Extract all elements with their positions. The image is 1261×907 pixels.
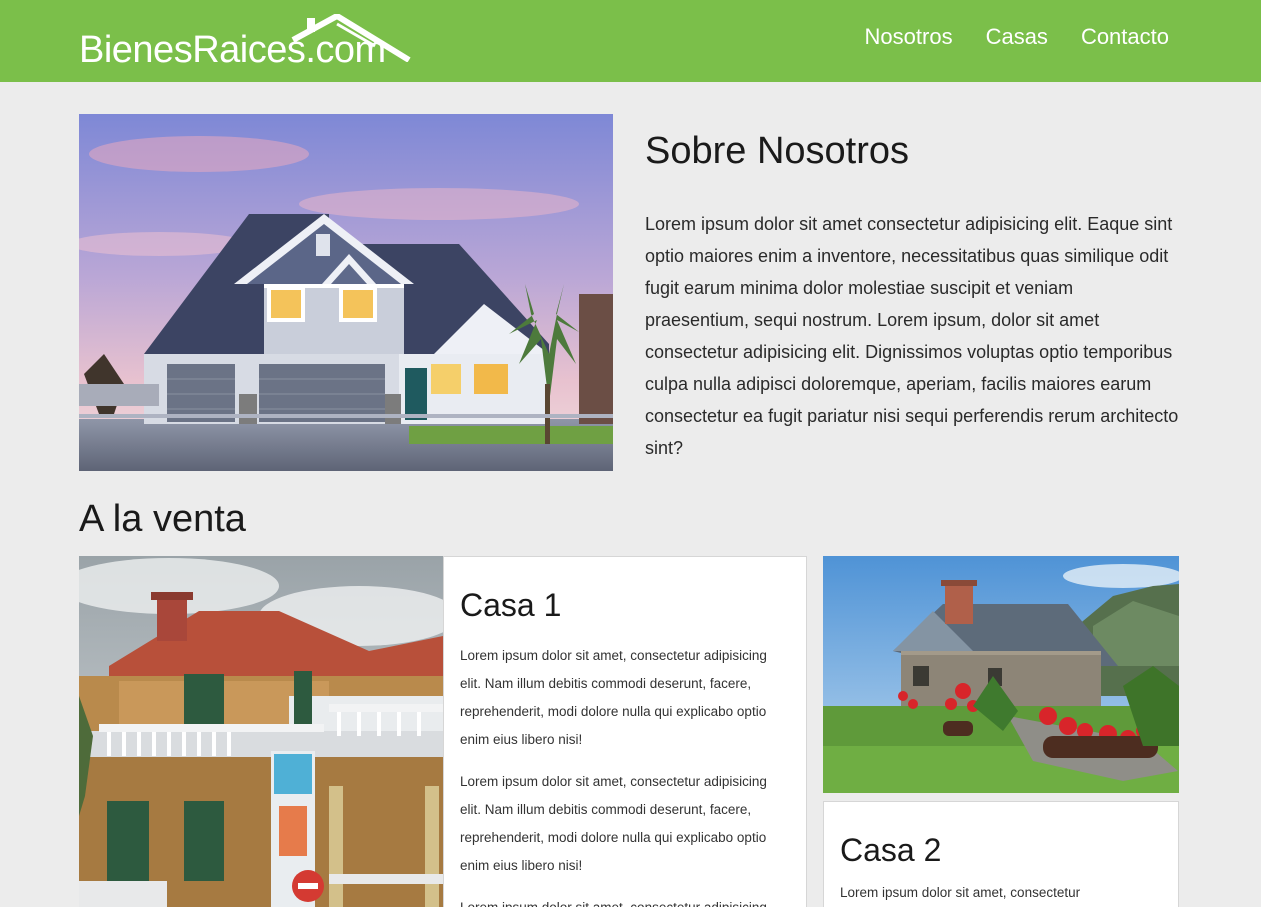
about-title: Sobre Nosotros <box>645 130 910 172</box>
site-header: BienesRaices.com Nosotros Casas Contacto <box>0 0 1261 82</box>
casa-1-paragraph: Lorem ipsum dolor sit amet, consectetur … <box>460 774 767 873</box>
site-logo[interactable]: BienesRaices.com <box>79 14 419 71</box>
nav-link-nosotros[interactable]: Nosotros <box>865 24 953 50</box>
casa-1-paragraph: Lorem ipsum dolor sit amet, consectetur … <box>460 648 767 747</box>
about-house-image <box>79 114 613 471</box>
nav-link-contacto[interactable]: Contacto <box>1081 24 1169 50</box>
main-nav: Nosotros Casas Contacto <box>865 24 1169 50</box>
casa-2-image <box>823 556 1179 793</box>
casa-2-paragraph: Lorem ipsum dolor sit amet, consectetur <box>840 885 1081 900</box>
casa-1-title: Casa 1 <box>460 587 562 623</box>
casa-1-card: Casa 1 Lorem ipsum dolor sit amet, conse… <box>443 556 807 907</box>
nav-link-casas[interactable]: Casas <box>986 24 1048 50</box>
casa-2-title: Casa 2 <box>840 832 942 868</box>
casa-1-paragraph: Lorem ipsum dolor sit amet, consectetur … <box>460 894 790 907</box>
casa-2-card: Casa 2 Lorem ipsum dolor sit amet, conse… <box>823 801 1179 907</box>
casa-1-image <box>79 556 443 907</box>
house-roof-icon <box>291 14 411 62</box>
about-text: Lorem ipsum dolor sit amet consectetur a… <box>645 214 1179 458</box>
sale-section-title: A la venta <box>79 498 246 540</box>
